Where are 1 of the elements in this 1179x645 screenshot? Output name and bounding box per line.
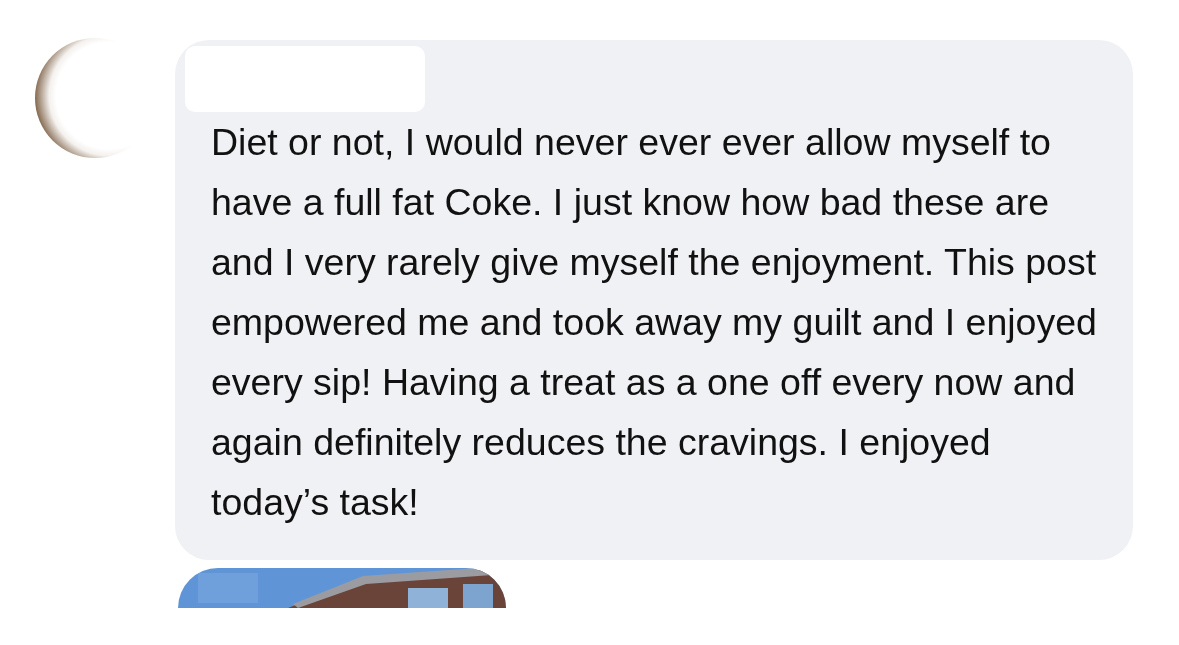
comment-text: Diet or not, I would never ever ever allow myself to have a full fat Coke. I just know how bad these are and I very rarely give myself the enjoyment. This post empowered me and took away my guilt and I enjoyed every sip! Having a treat as a one off every now and again definitely reduces the cravings. I enjoyed today’s task! — [211, 120, 1097, 525]
